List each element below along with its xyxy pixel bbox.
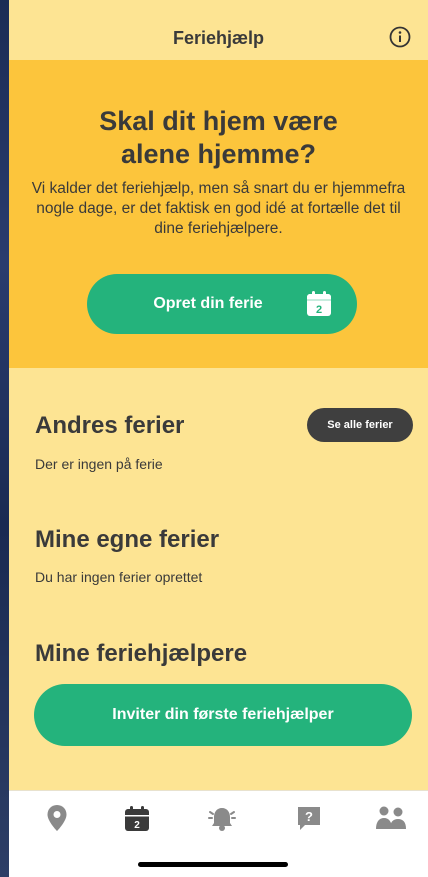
help-question-icon[interactable]: ? [294, 804, 324, 832]
location-pin-icon[interactable] [42, 804, 72, 832]
calendar-icon[interactable]: 2 [122, 804, 152, 832]
people-icon[interactable] [373, 804, 409, 832]
others-vacations-title: Andres ferier [35, 412, 185, 439]
page-title: Feriehjælp [172, 28, 265, 48]
my-vacations-empty-text: Du har ingen ferier oprettet [35, 569, 203, 585]
calendar-day-number: 2 [316, 304, 322, 316]
my-vacations-title: Mine egne ferier [35, 526, 220, 553]
home-indicator[interactable] [138, 862, 288, 867]
hero-headline: Skal dit hjem være alene hjemme? [99, 106, 338, 169]
invite-helper-button[interactable]: Inviter din første feriehjælper [34, 684, 412, 746]
tab-calendar-day: 2 [134, 820, 140, 831]
my-helpers-title: Mine feriehjælpere [35, 640, 248, 667]
help-question-glyph: ? [305, 809, 313, 824]
hero-banner: Skal dit hjem være alene hjemme? Vi kald… [9, 60, 428, 368]
alarm-bell-icon[interactable] [207, 804, 237, 832]
calendar-icon: 2 [306, 291, 332, 317]
create-vacation-button[interactable]: Opret din ferie 2 [87, 274, 357, 334]
others-vacations-empty-text: Der er ingen på ferie [35, 456, 163, 472]
see-all-vacations-button[interactable]: Se alle ferier [307, 408, 413, 442]
app-screen: Feriehjælp Skal dit hjem være alene hjem… [9, 0, 428, 877]
info-circle-icon[interactable] [389, 26, 411, 48]
create-vacation-label: Opret din ferie [153, 295, 263, 312]
hero-description: Vi kalder det feriehjælp, men så snart d… [31, 180, 406, 237]
